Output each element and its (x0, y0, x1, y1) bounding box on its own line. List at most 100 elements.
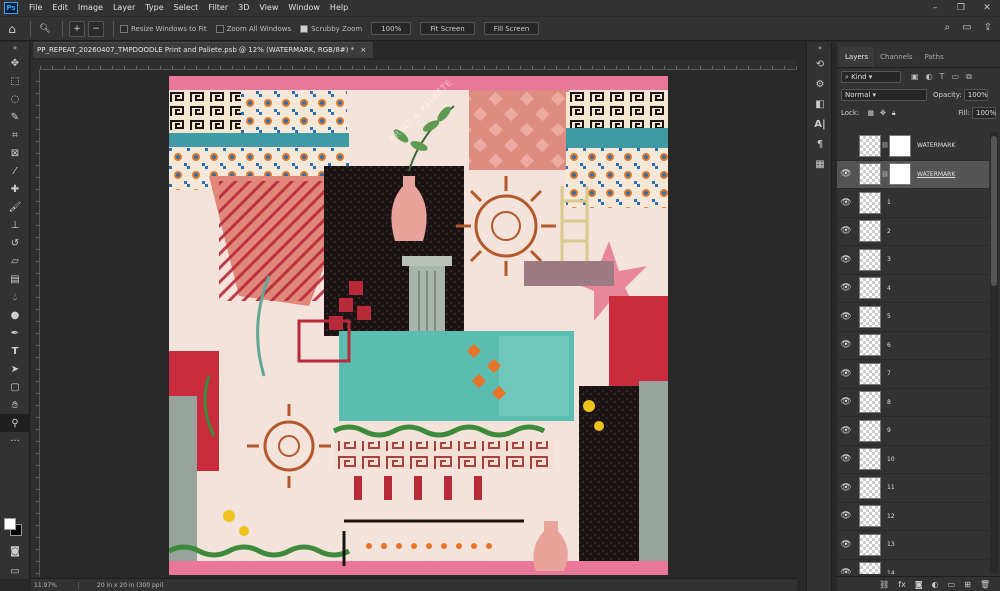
character-icon[interactable]: A| (807, 114, 833, 134)
layer-row[interactable]: ⛓︎ WATERMARK (837, 132, 989, 161)
layer-name[interactable]: 1 (887, 199, 891, 206)
layer-name[interactable]: 11 (887, 484, 895, 491)
layer-row[interactable]: 👁︎ 8 (837, 389, 989, 417)
zoom-level-field[interactable]: 11.97% (31, 581, 79, 589)
collapse-panels-icon[interactable]: « (807, 42, 833, 54)
menu-select[interactable]: Select (169, 0, 204, 16)
tab-paths[interactable]: Paths (919, 47, 950, 67)
layer-row[interactable]: 👁︎ 14 (837, 560, 989, 574)
layer-name[interactable]: 14 (887, 570, 895, 574)
blend-mode-dropdown[interactable]: Normal ▾ (841, 89, 927, 101)
layer-name[interactable]: WATERMARK (917, 171, 955, 178)
paragraph-icon[interactable]: ¶ (807, 134, 833, 154)
layer-row[interactable]: 👁︎ 1 (837, 189, 989, 218)
zoom-in-icon[interactable]: + (69, 20, 85, 37)
new-group-icon[interactable]: ▭ (948, 580, 956, 589)
layer-kind-filter[interactable]: ⌕ Kind ▾ (841, 71, 901, 83)
layer-name[interactable]: WATERMARK (917, 142, 955, 149)
layer-name[interactable]: 8 (887, 399, 891, 406)
menu-view[interactable]: View (254, 0, 283, 16)
layer-name[interactable]: 6 (887, 342, 891, 349)
gradient-tool-icon[interactable]: ▤ (0, 270, 30, 288)
eye-icon[interactable]: 👁︎ (837, 511, 855, 521)
menu-3d[interactable]: 3D (233, 0, 254, 16)
eye-icon[interactable]: 👁︎ (837, 255, 855, 265)
layer-name[interactable]: 3 (887, 256, 891, 263)
layer-row[interactable]: 👁︎ 5 (837, 303, 989, 332)
quick-mask-icon[interactable]: ◙ (0, 542, 30, 560)
scrubby-zoom-checkbox[interactable]: Scrubby Zoom (300, 24, 362, 33)
type-filter-icon[interactable]: T (940, 72, 945, 82)
fill-field[interactable]: 100% (972, 107, 996, 119)
opacity-field[interactable]: 100% (963, 89, 988, 101)
vertical-ruler[interactable] (31, 70, 40, 577)
eye-icon[interactable]: 👁︎ (837, 226, 855, 236)
layer-name[interactable]: 13 (887, 541, 895, 548)
pen-tool-icon[interactable]: ✒ (0, 324, 30, 342)
layer-name[interactable]: 5 (887, 313, 891, 320)
layer-name[interactable]: 10 (887, 456, 895, 463)
brush-tool-icon[interactable]: 🖌︎ (0, 198, 30, 216)
eye-icon[interactable]: 👁︎ (837, 283, 855, 293)
fx-icon[interactable]: fx (898, 580, 906, 589)
shape-filter-icon[interactable]: ▭ (951, 72, 959, 82)
scrollbar-thumb[interactable] (991, 136, 997, 286)
zoom-100-button[interactable]: 100% (371, 22, 412, 35)
layer-row[interactable]: 👁︎ 12 (837, 503, 989, 531)
layer-name[interactable]: 7 (887, 370, 891, 377)
dodge-tool-icon[interactable]: ● (0, 306, 30, 324)
eraser-tool-icon[interactable]: ▱ (0, 252, 30, 270)
healing-brush-tool-icon[interactable]: ✚ (0, 180, 30, 198)
eye-icon[interactable]: 👁︎ (837, 397, 855, 407)
minimize-button[interactable]: – (922, 0, 948, 16)
menu-type[interactable]: Type (140, 0, 168, 16)
chain-link-icon[interactable]: ⛓︎ (881, 142, 889, 149)
type-tool-icon[interactable]: T (0, 342, 30, 360)
document-tab[interactable]: PP_REPEAT_20260407_TMPDOODLE Print and P… (33, 42, 373, 58)
layer-mask-thumbnail[interactable] (889, 163, 911, 186)
layer-row[interactable]: 👁︎ 9 (837, 417, 989, 446)
zoom-out-icon[interactable]: − (88, 20, 104, 37)
horizontal-ruler[interactable] (40, 60, 797, 70)
lock-position-icon[interactable]: ✥ (880, 109, 886, 117)
menu-file[interactable]: File (24, 0, 47, 16)
hand-tool-icon[interactable]: ✋︎ (0, 396, 30, 414)
screen-mode-icon[interactable]: ▭ (0, 562, 30, 580)
close-button[interactable]: ✕ (974, 0, 1000, 16)
adjustments-icon[interactable]: ◧ (807, 94, 833, 114)
tab-layers[interactable]: Layers (839, 47, 875, 67)
blur-tool-icon[interactable]: 💧︎ (0, 288, 30, 306)
eye-icon[interactable]: 👁︎ (837, 483, 855, 493)
eye-icon[interactable]: 👁︎ (837, 198, 855, 208)
new-layer-icon[interactable]: ⊞ (964, 580, 971, 589)
rectangle-tool-icon[interactable]: ▢ (0, 378, 30, 396)
layer-row[interactable]: 👁︎ 3 (837, 246, 989, 275)
zoom-tool-icon[interactable]: ⚲ (0, 414, 30, 432)
add-mask-icon[interactable]: ◙ (915, 580, 923, 589)
menu-help[interactable]: Help (325, 0, 353, 16)
search-icon[interactable]: ⌕ (945, 22, 951, 33)
menu-layer[interactable]: Layer (108, 0, 140, 16)
eye-icon[interactable]: 👁︎ (837, 454, 855, 464)
layer-name[interactable]: 12 (887, 513, 895, 520)
foreground-color-swatch[interactable] (4, 518, 16, 530)
eye-icon[interactable]: 👁︎ (837, 340, 855, 350)
history-icon[interactable]: ⟲ (807, 54, 833, 74)
layer-name[interactable]: 4 (887, 285, 891, 292)
swatches-icon[interactable]: ▦ (807, 154, 833, 174)
lasso-tool-icon[interactable]: ◌ (0, 90, 30, 108)
path-selection-tool-icon[interactable]: ➤ (0, 360, 30, 378)
adjustment-layer-icon[interactable]: ◐ (932, 580, 939, 589)
quick-select-tool-icon[interactable]: ✎ (0, 108, 30, 126)
layer-row[interactable]: 👁︎ 4 (837, 275, 989, 303)
lock-all-icon[interactable]: 🔒︎ (892, 109, 896, 118)
document-size-info[interactable]: 20 in x 20 in (300 ppi) (79, 582, 164, 589)
layer-row[interactable]: 👁︎ 7 (837, 360, 989, 389)
clone-stamp-tool-icon[interactable]: ⊥ (0, 216, 30, 234)
move-tool-icon[interactable]: ✥ (0, 54, 30, 72)
properties-icon[interactable]: ⚙ (807, 74, 833, 94)
fill-screen-button[interactable]: Fill Screen (483, 22, 540, 35)
link-layers-icon[interactable]: ⛓︎ (879, 580, 889, 589)
resize-windows-checkbox[interactable]: Resize Windows to Fit (120, 24, 207, 33)
layer-row[interactable]: 👁︎ 13 (837, 531, 989, 560)
